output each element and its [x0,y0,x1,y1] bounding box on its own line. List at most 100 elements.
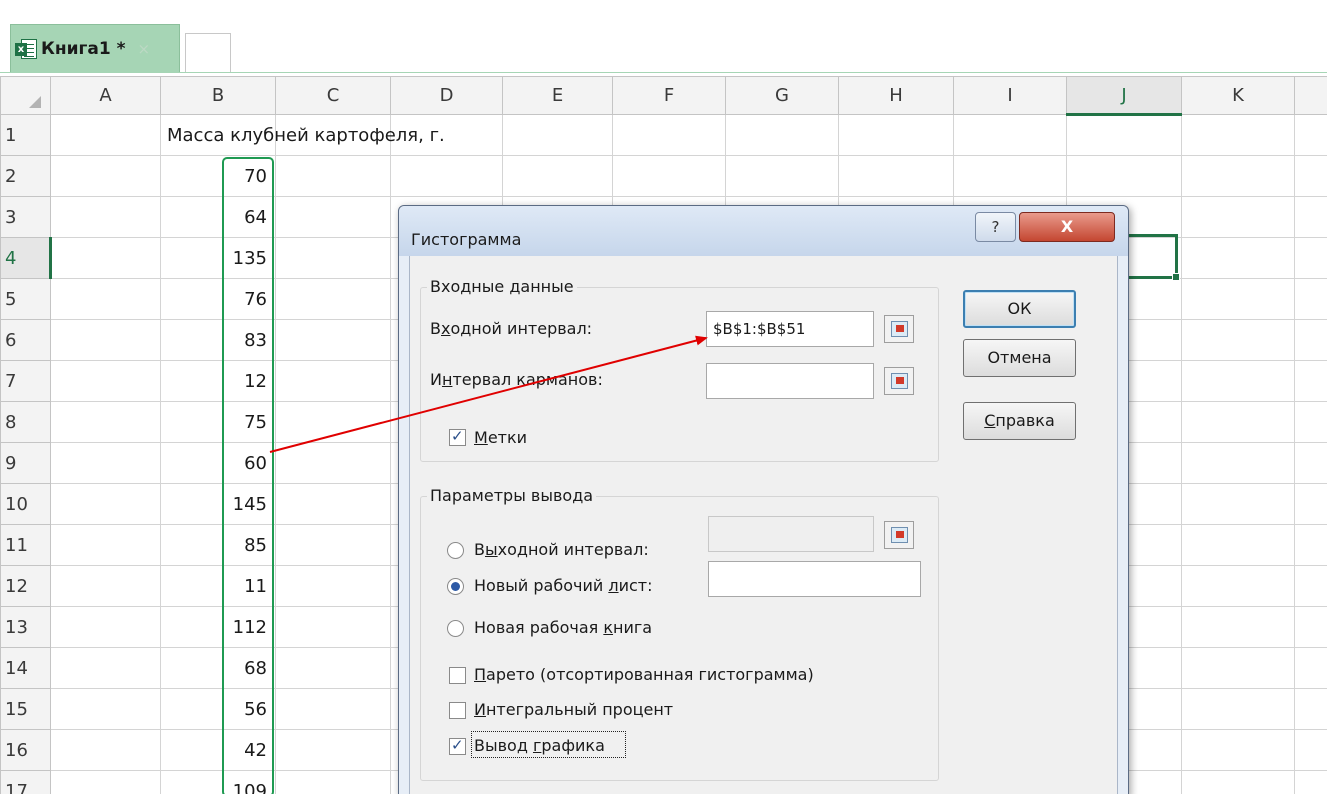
grid-cell[interactable] [1181,647,1295,689]
close-icon[interactable]: X [1019,212,1115,242]
grid-cell[interactable] [50,483,161,525]
row-header[interactable]: 17 [0,770,51,794]
grid-cell[interactable] [275,483,391,525]
cell-b9[interactable]: 60 [160,442,276,484]
grid-cell[interactable] [275,442,391,484]
cell-b5[interactable]: 76 [160,278,276,320]
grid-cell[interactable] [1066,114,1182,156]
column-header-a[interactable]: A [50,76,161,115]
cumulative-percent-checkbox[interactable] [449,702,466,719]
grid-cell[interactable] [1181,196,1295,238]
grid-cell[interactable] [1181,729,1295,771]
cell-b14[interactable]: 68 [160,647,276,689]
cell-b17[interactable]: 109 [160,770,276,794]
output-range-field[interactable] [708,516,874,552]
cell-b7[interactable]: 12 [160,360,276,402]
cell-b15[interactable]: 56 [160,688,276,730]
new-sheet-radio[interactable] [447,578,464,595]
grid-cell[interactable] [1181,401,1295,443]
grid-cell[interactable] [1181,278,1295,320]
grid-cell[interactable] [1294,483,1327,525]
grid-cell[interactable] [1181,237,1295,279]
column-header-j[interactable]: J [1066,76,1182,116]
grid-cell[interactable] [50,770,161,794]
pareto-checkbox[interactable] [449,667,466,684]
new-sheet-name-field[interactable] [708,561,921,597]
grid-cell[interactable] [275,196,391,238]
row-header[interactable]: 16 [0,729,51,771]
chart-output-label[interactable]: Вывод графика [474,736,605,755]
grid-cell[interactable] [1294,319,1327,361]
row-header[interactable]: 11 [0,524,51,566]
row-header[interactable]: 14 [0,647,51,689]
column-header-k[interactable]: K [1181,76,1295,115]
grid-cell[interactable] [1294,237,1327,279]
grid-cell[interactable] [838,155,954,197]
grid-cell[interactable] [1181,442,1295,484]
column-header-h[interactable]: H [838,76,954,115]
row-header[interactable]: 1 [0,114,51,156]
row-header[interactable]: 3 [0,196,51,238]
grid-cell[interactable] [612,155,726,197]
grid-cell[interactable] [50,319,161,361]
grid-cell[interactable] [275,155,391,197]
grid-cell[interactable] [502,114,613,156]
grid-cell[interactable] [50,688,161,730]
select-all-corner[interactable] [0,76,51,115]
grid-cell[interactable] [275,360,391,402]
column-header-f[interactable]: F [612,76,726,115]
cumulative-percent-label[interactable]: Интегральный процент [474,700,673,719]
grid-cell[interactable] [275,524,391,566]
grid-cell[interactable] [1181,770,1295,794]
grid-cell[interactable] [1181,319,1295,361]
grid-cell[interactable] [275,729,391,771]
cancel-button[interactable]: Отмена [963,339,1076,377]
column-header-c[interactable]: C [275,76,391,115]
fill-handle[interactable] [1172,273,1180,281]
grid-cell[interactable] [1294,360,1327,402]
grid-cell[interactable] [1181,360,1295,402]
new-tab-button[interactable] [185,33,231,73]
grid-cell[interactable] [1181,565,1295,607]
grid-cell[interactable] [50,442,161,484]
grid-cell[interactable] [1294,155,1327,197]
column-header-e[interactable]: E [502,76,613,115]
column-header-partial[interactable] [1294,76,1327,115]
grid-cell[interactable] [1181,606,1295,648]
cell-b6[interactable]: 83 [160,319,276,361]
grid-cell[interactable] [50,237,161,279]
grid-cell[interactable] [50,524,161,566]
new-workbook-label[interactable]: Новая рабочая книга [474,618,652,637]
cell-b11[interactable]: 85 [160,524,276,566]
output-range-label[interactable]: Выходной интервал: [474,540,649,559]
grid-cell[interactable] [275,319,391,361]
collapse-dialog-icon[interactable] [884,521,914,549]
row-header[interactable]: 12 [0,565,51,607]
pareto-checkbox-label[interactable]: Парето (отсортированная гистограмма) [474,665,814,684]
help-icon[interactable]: ? [975,212,1016,242]
grid-cell[interactable] [1294,278,1327,320]
grid-cell[interactable] [50,401,161,443]
grid-cell[interactable] [1294,606,1327,648]
row-header[interactable]: 6 [0,319,51,361]
grid-cell[interactable] [275,770,391,794]
column-header-g[interactable]: G [725,76,839,115]
grid-cell[interactable] [1294,688,1327,730]
grid-cell[interactable] [50,278,161,320]
grid-cell[interactable] [1294,442,1327,484]
bin-range-field[interactable] [706,363,874,399]
grid-cell[interactable] [1181,524,1295,566]
grid-cell[interactable] [1294,196,1327,238]
row-header[interactable]: 7 [0,360,51,402]
grid-cell[interactable] [50,196,161,238]
column-header-d[interactable]: D [390,76,503,115]
grid-cell[interactable] [50,155,161,197]
row-header[interactable]: 8 [0,401,51,443]
cell-b10[interactable]: 145 [160,483,276,525]
grid-cell[interactable] [275,647,391,689]
cell-b4[interactable]: 135 [160,237,276,279]
grid-cell[interactable] [50,565,161,607]
grid-cell[interactable] [50,606,161,648]
grid-cell[interactable] [1294,729,1327,771]
grid-cell[interactable] [275,237,391,279]
